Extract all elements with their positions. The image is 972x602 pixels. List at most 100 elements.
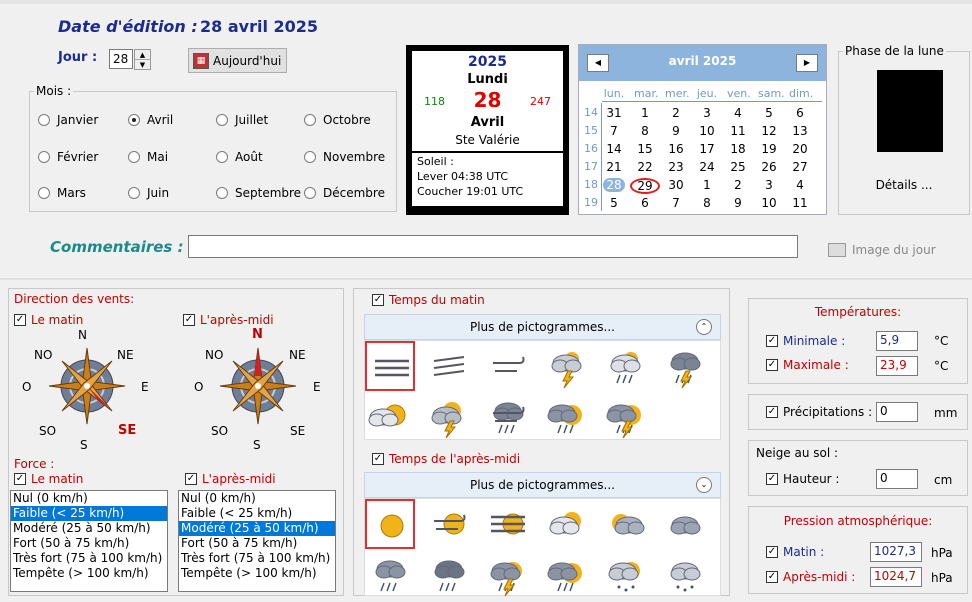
day-spinner[interactable]: ▲ ▼ bbox=[134, 49, 151, 70]
calendar-day[interactable]: 6 bbox=[634, 196, 656, 210]
calendar-day[interactable]: 20 bbox=[789, 142, 811, 156]
pressure-afternoon-input[interactable]: 1024,7 bbox=[870, 567, 922, 587]
calendar-day[interactable]: 3 bbox=[696, 106, 718, 120]
force-afternoon-listbox[interactable]: Nul (0 km/h) Faible (< 25 km/h) Modéré (25… bbox=[178, 490, 336, 592]
precip-checkbox[interactable]: ✓ Précipitations : bbox=[766, 405, 872, 419]
chevron-down-icon[interactable]: ⌄ bbox=[696, 477, 712, 493]
sun-icon[interactable] bbox=[365, 499, 415, 549]
calendar-day[interactable]: 26 bbox=[758, 160, 780, 174]
calendar-day[interactable]: 15 bbox=[634, 142, 656, 156]
pressure-afternoon-checkbox[interactable]: ✓ Après-midi : bbox=[766, 570, 855, 584]
calendar-day[interactable]: 4 bbox=[789, 178, 811, 192]
compass-afternoon-n-selected[interactable]: N bbox=[252, 327, 263, 342]
day-input[interactable]: 28 bbox=[109, 49, 133, 69]
calendar-day[interactable]: 19 bbox=[758, 142, 780, 156]
rain-sun-thunder-icon[interactable] bbox=[601, 391, 651, 441]
calendar-day[interactable]: 31 bbox=[603, 106, 625, 120]
force-option[interactable]: Nul (0 km/h) bbox=[179, 491, 335, 506]
sun-behind-cloud-icon[interactable] bbox=[365, 391, 415, 441]
force-morning-listbox[interactable]: Nul (0 km/h) Faible (< 25 km/h) Modéré (25… bbox=[10, 490, 168, 592]
calendar-day[interactable]: 14 bbox=[603, 142, 625, 156]
month-radio-1[interactable]: Janvier bbox=[38, 113, 98, 127]
weather-morning-checkbox[interactable]: ✓ Temps du matin bbox=[372, 293, 485, 307]
sun-cloud-icon[interactable] bbox=[542, 499, 592, 549]
precip-input[interactable]: 0 bbox=[876, 402, 918, 422]
force-option[interactable]: Modéré (25 à 50 km/h) bbox=[11, 521, 167, 536]
calendar-day[interactable]: 17 bbox=[696, 142, 718, 156]
calendar-day[interactable]: 1 bbox=[634, 106, 656, 120]
month-radio-10[interactable]: Octobre bbox=[304, 113, 371, 127]
calendar-day[interactable]: 11 bbox=[727, 124, 749, 138]
wind-morning-checkbox[interactable]: ✓ Le matin bbox=[14, 313, 83, 327]
force-option[interactable]: Tempête (> 100 km/h) bbox=[179, 566, 335, 581]
calendar-day[interactable]: 13 bbox=[789, 124, 811, 138]
force-option[interactable]: Faible (< 25 km/h) bbox=[179, 506, 335, 521]
cloud-icon[interactable] bbox=[660, 499, 710, 549]
calendar-day[interactable]: 10 bbox=[758, 196, 780, 210]
calendar-day[interactable]: 22 bbox=[634, 160, 656, 174]
rain-wind-icon[interactable] bbox=[483, 391, 533, 441]
cloudy-sun-rain-icon[interactable] bbox=[601, 341, 651, 391]
calendar-next-button[interactable]: ▶ bbox=[796, 54, 818, 72]
month-radio-2[interactable]: Février bbox=[38, 150, 98, 164]
image-of-day-button[interactable]: Image du jour bbox=[828, 243, 936, 257]
force-option[interactable]: Fort (50 à 75 km/h) bbox=[179, 536, 335, 551]
spin-up-icon[interactable]: ▲ bbox=[135, 50, 150, 60]
calendar-day[interactable]: 21 bbox=[603, 160, 625, 174]
force-option[interactable]: Modéré (25 à 50 km/h) bbox=[179, 521, 335, 536]
haze-icon[interactable] bbox=[424, 341, 474, 391]
compass-morning-se-selected[interactable]: SE bbox=[118, 423, 136, 438]
sun-thunder-icon[interactable] bbox=[424, 391, 474, 441]
calendar-day[interactable]: 6 bbox=[789, 106, 811, 120]
month-radio-4[interactable]: Avril bbox=[128, 113, 173, 127]
today-button[interactable]: ▦ Aujourd'hui bbox=[188, 48, 287, 73]
heavy-rain-icon[interactable] bbox=[424, 549, 474, 599]
force-option[interactable]: Fort (50 à 75 km/h) bbox=[11, 536, 167, 551]
month-radio-12[interactable]: Décembre bbox=[304, 186, 385, 200]
partly-cloudy-thunder-icon[interactable] bbox=[542, 341, 592, 391]
weather-afternoon-more-bar[interactable]: Plus de pictogrammes... ⌄ bbox=[364, 472, 721, 498]
month-radio-11[interactable]: Novembre bbox=[304, 150, 385, 164]
chevron-up-icon[interactable]: ⌃ bbox=[696, 319, 712, 335]
calendar-day[interactable]: 27 bbox=[789, 160, 811, 174]
calendar-day[interactable]: 11 bbox=[789, 196, 811, 210]
force-option[interactable]: Nul (0 km/h) bbox=[11, 491, 167, 506]
calendar-day-selected[interactable]: 28 bbox=[603, 178, 625, 192]
calendar-day[interactable]: 9 bbox=[665, 124, 687, 138]
weather-afternoon-checkbox[interactable]: ✓ Temps de l'après-midi bbox=[372, 452, 520, 466]
calendar-day[interactable]: 7 bbox=[665, 196, 687, 210]
calendar-day[interactable]: 10 bbox=[696, 124, 718, 138]
rain-icon[interactable] bbox=[365, 549, 415, 599]
wind-icon[interactable] bbox=[483, 341, 533, 391]
calendar-day[interactable]: 8 bbox=[696, 196, 718, 210]
month-radio-8[interactable]: Août bbox=[216, 150, 263, 164]
calendar-day[interactable]: 16 bbox=[665, 142, 687, 156]
calendar-day[interactable]: 9 bbox=[727, 196, 749, 210]
force-morning-checkbox[interactable]: ✓ Le matin bbox=[14, 472, 83, 486]
month-radio-6[interactable]: Juin bbox=[128, 186, 169, 200]
calendar-day[interactable]: 8 bbox=[634, 124, 656, 138]
calendar-day[interactable]: 2 bbox=[665, 106, 687, 120]
spin-down-icon[interactable]: ▼ bbox=[135, 60, 150, 70]
force-option[interactable]: Très fort (75 à 100 km/h) bbox=[179, 551, 335, 566]
calendar-day[interactable]: 3 bbox=[758, 178, 780, 192]
month-radio-3[interactable]: Mars bbox=[38, 186, 86, 200]
rain-sun-icon[interactable] bbox=[542, 549, 592, 599]
month-radio-7[interactable]: Juillet bbox=[216, 113, 268, 127]
storm-sun-icon[interactable] bbox=[483, 549, 533, 599]
cloud-sun-icon[interactable] bbox=[601, 499, 651, 549]
force-afternoon-checkbox[interactable]: ✓ L'après-midi bbox=[185, 472, 276, 486]
calendar-day[interactable]: 24 bbox=[696, 160, 718, 174]
calendar-day[interactable]: 4 bbox=[727, 106, 749, 120]
temp-min-checkbox[interactable]: ✓ Minimale : bbox=[766, 334, 845, 348]
force-option[interactable]: Très fort (75 à 100 km/h) bbox=[11, 551, 167, 566]
snow-sun-icon[interactable] bbox=[601, 549, 651, 599]
calendar-day[interactable]: 18 bbox=[727, 142, 749, 156]
pressure-morning-checkbox[interactable]: ✓ Matin : bbox=[766, 545, 824, 559]
month-calendar[interactable]: ◀ avril 2025 ▶ lun. mar. mer. jeu. ven. sam. d… bbox=[578, 44, 827, 215]
calendar-day[interactable]: 5 bbox=[758, 106, 780, 120]
calendar-day[interactable]: 25 bbox=[727, 160, 749, 174]
month-radio-9[interactable]: Septembre bbox=[216, 186, 301, 200]
snow-checkbox[interactable]: ✓ Hauteur : bbox=[766, 472, 839, 486]
cloud-rain-sun-icon[interactable] bbox=[542, 391, 592, 441]
